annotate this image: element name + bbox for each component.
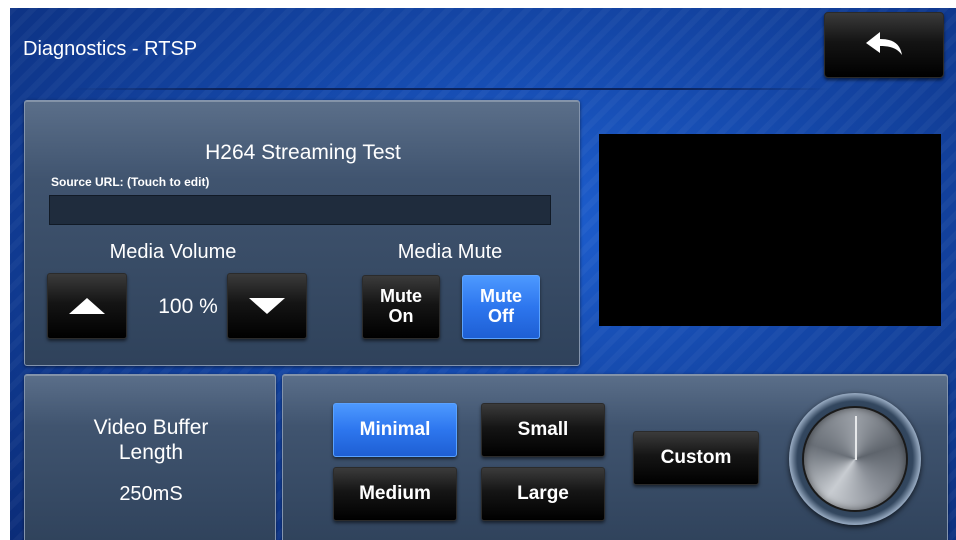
buffer-large-button[interactable]: Large xyxy=(481,467,605,521)
video-buffer-title-line2: Length xyxy=(118,441,184,465)
buffer-medium-button[interactable]: Medium xyxy=(333,467,457,521)
back-arrow-icon xyxy=(866,32,902,55)
mute-on-button[interactable]: Mute On xyxy=(362,275,440,339)
knob-pointer-icon xyxy=(855,416,857,460)
buffer-knob[interactable] xyxy=(802,406,908,512)
volume-down-button[interactable] xyxy=(227,273,307,339)
mute-off-line1: Mute xyxy=(480,286,522,307)
video-buffer-title-line1: Video Buffer xyxy=(93,416,209,439)
volume-value: 100 % xyxy=(158,295,218,318)
buffer-knob-ring[interactable] xyxy=(789,393,921,525)
media-volume-label: Media Volume xyxy=(109,241,237,263)
video-buffer-panel: Video Buffer Length 250mS xyxy=(24,374,276,540)
triangle-down-icon xyxy=(249,298,285,314)
mute-on-line2: On xyxy=(388,306,414,326)
touch-panel-screen: Diagnostics - RTSP H264 Streaming Test S… xyxy=(10,8,956,540)
page-title: Diagnostics - RTSP xyxy=(23,38,198,60)
media-mute-label: Media Mute xyxy=(397,241,503,263)
mute-off-line2: Off xyxy=(488,306,514,326)
back-button[interactable] xyxy=(824,12,944,78)
mute-off-button[interactable]: Mute Off xyxy=(462,275,540,339)
video-preview-window xyxy=(599,134,941,326)
video-buffer-title: Video Buffer Length xyxy=(25,415,277,465)
volume-up-button[interactable] xyxy=(47,273,127,339)
buffer-small-button[interactable]: Small xyxy=(481,403,605,457)
buffer-custom-button[interactable]: Custom xyxy=(633,431,759,485)
streaming-test-panel: H264 Streaming Test Source URL: (Touch t… xyxy=(24,100,580,366)
triangle-up-icon xyxy=(69,298,105,314)
video-buffer-value: 250mS xyxy=(119,483,183,505)
buffer-options-panel: Minimal Small Medium Large Custom xyxy=(282,374,948,540)
source-url-field[interactable] xyxy=(49,195,551,225)
title-divider xyxy=(70,88,830,90)
streaming-test-title: H264 Streaming Test xyxy=(205,141,401,164)
mute-on-line1: Mute xyxy=(380,286,422,307)
source-url-label: Source URL: (Touch to edit) xyxy=(51,175,210,189)
buffer-minimal-button[interactable]: Minimal xyxy=(333,403,457,457)
